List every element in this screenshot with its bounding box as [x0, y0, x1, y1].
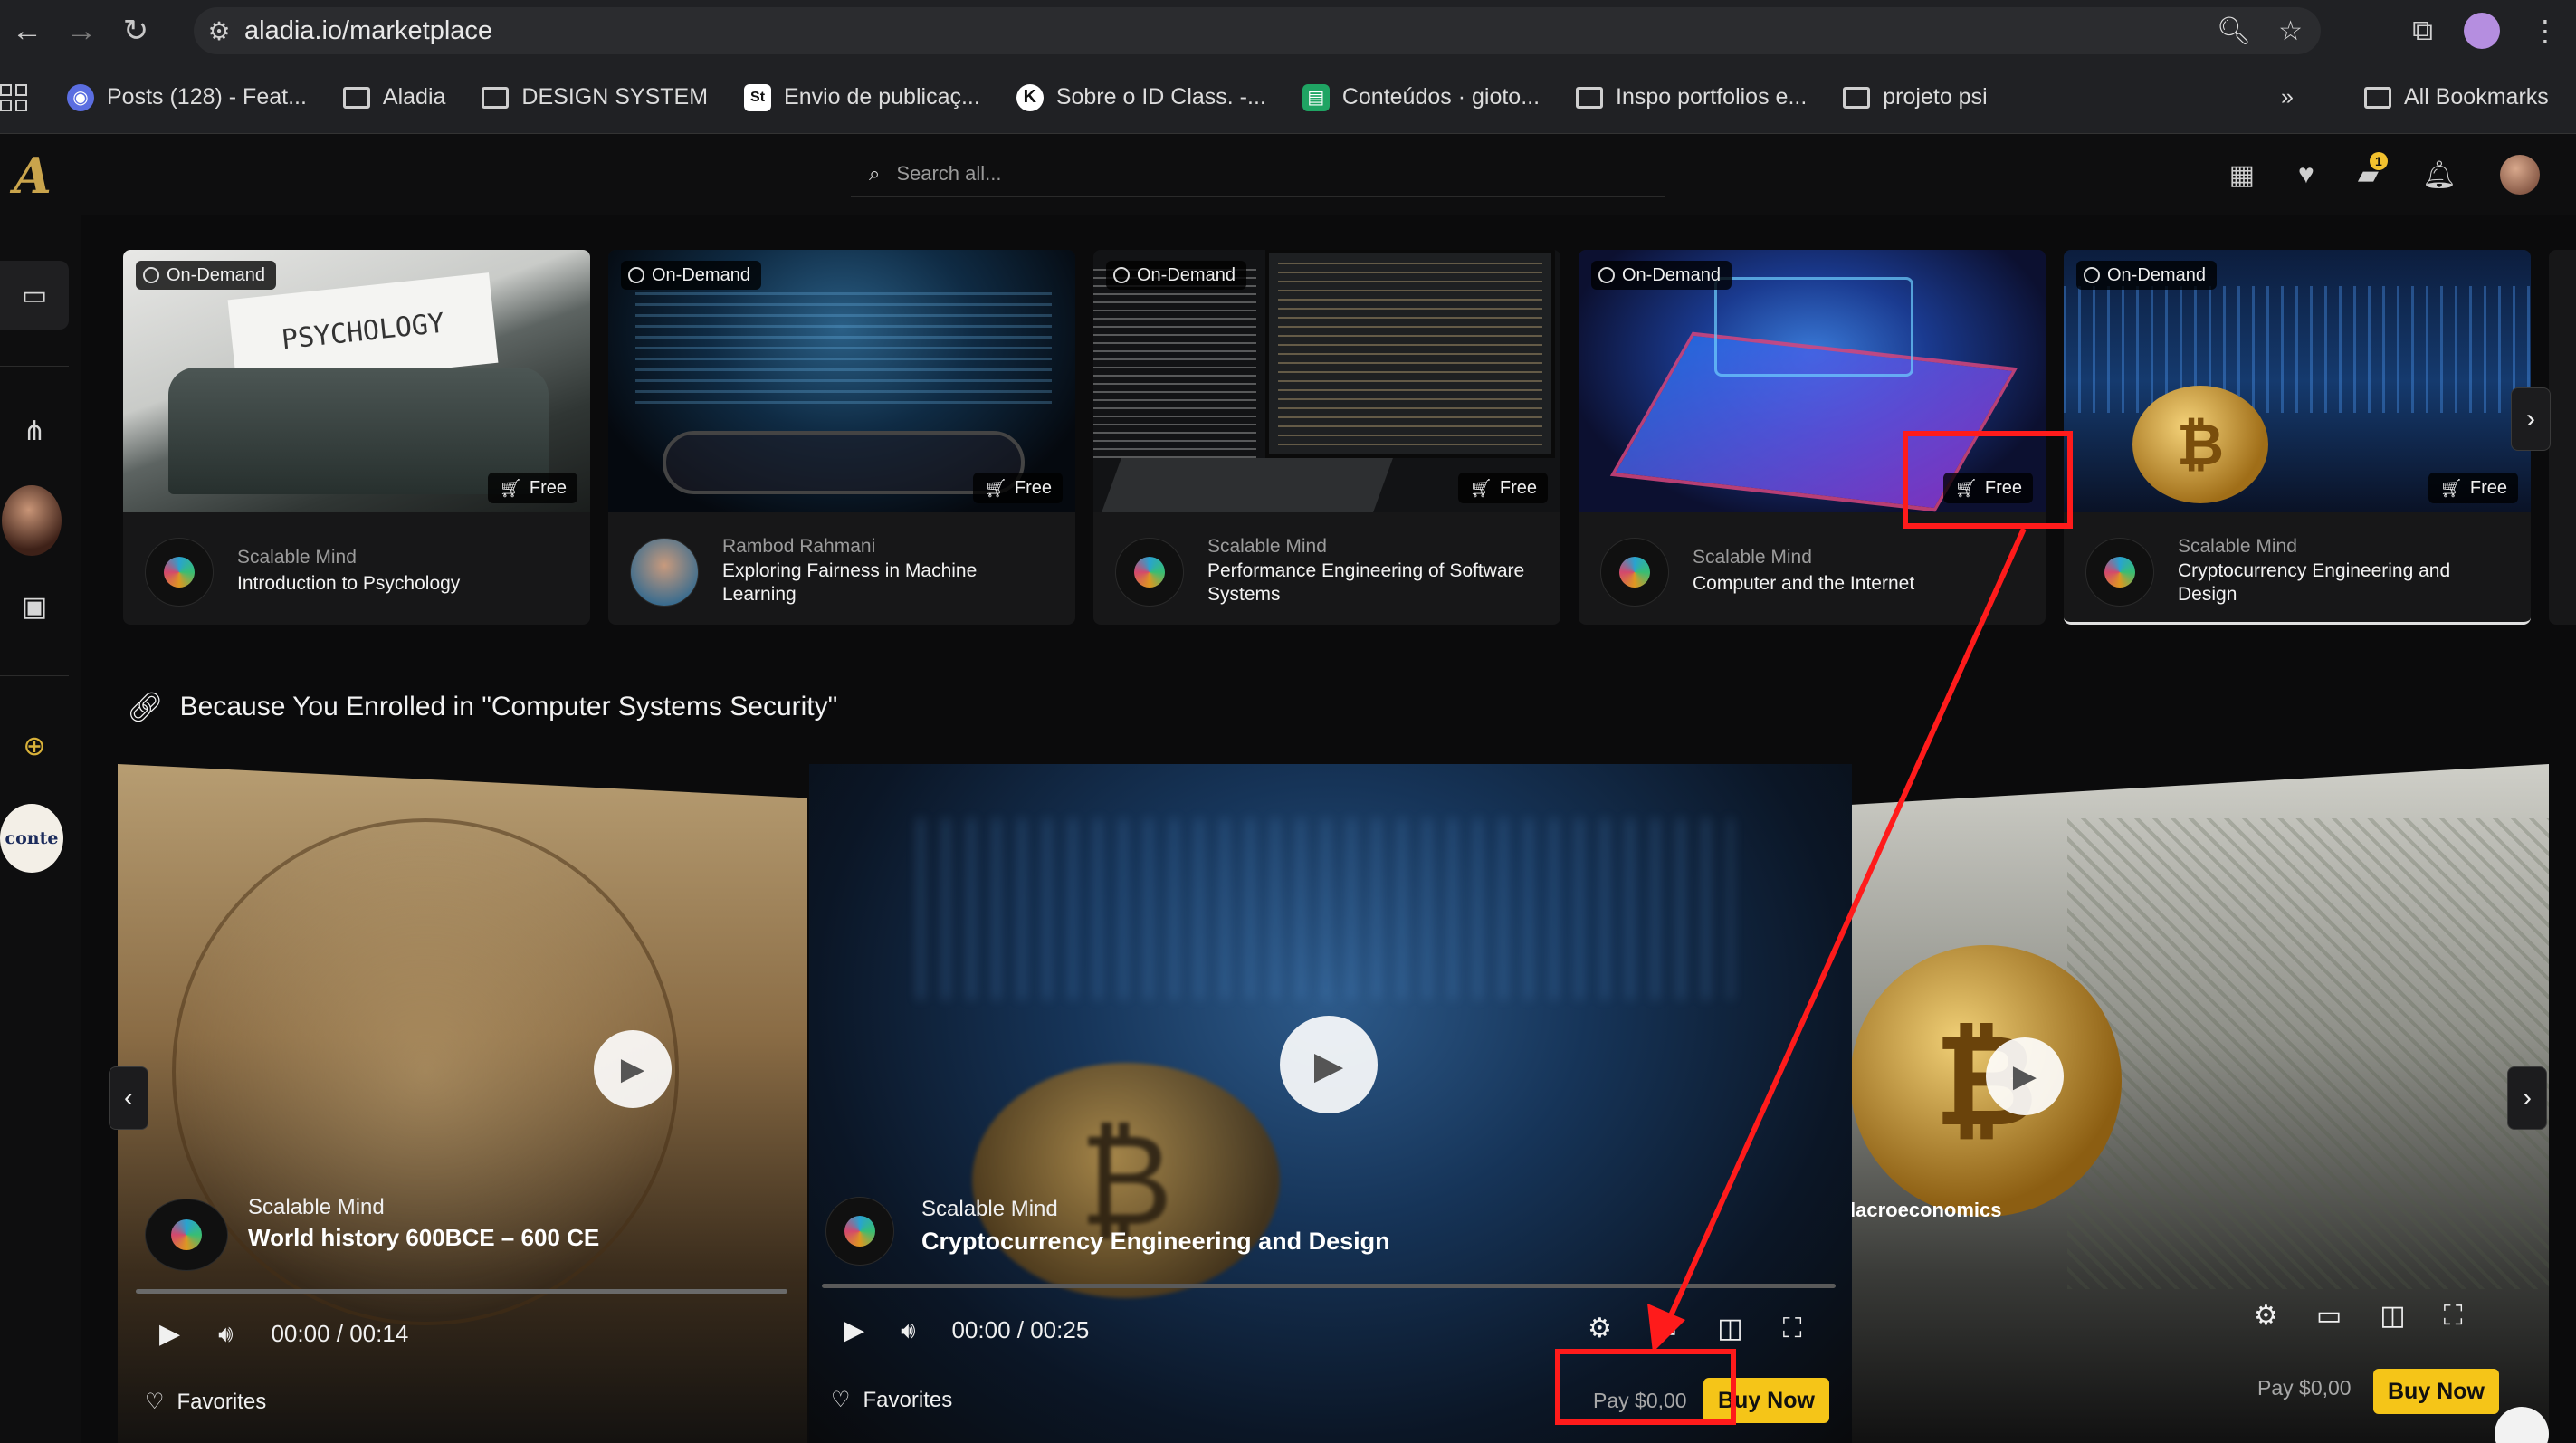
annotation-arrow-head: [1647, 1304, 1685, 1352]
annotation-arrow-line: [1665, 527, 2027, 1325]
annotation-arrow: [1647, 527, 2027, 1352]
